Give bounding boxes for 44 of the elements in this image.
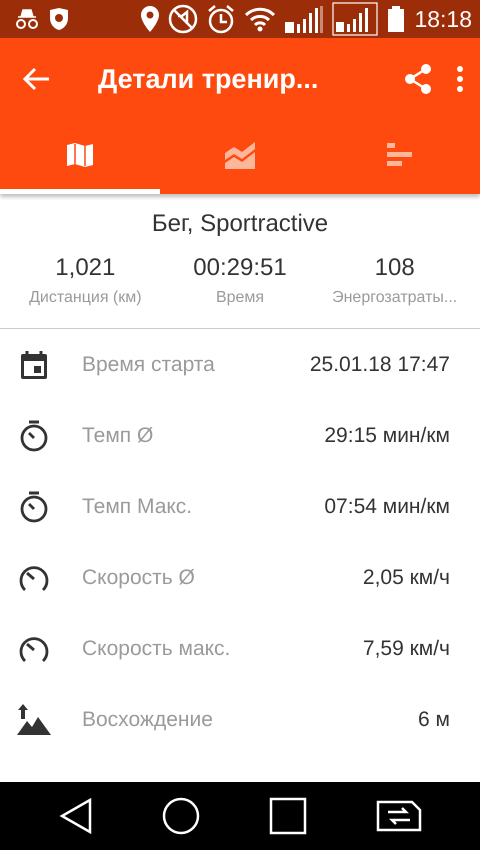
detail-label: Скорость макс. bbox=[82, 636, 232, 662]
signal-icon bbox=[332, 2, 378, 36]
shield-icon bbox=[48, 7, 70, 31]
stat-label: Энергозатраты... bbox=[331, 288, 458, 308]
stat-label: Дистанция (км) bbox=[28, 288, 143, 308]
mute-icon bbox=[168, 4, 198, 34]
detail-value: 2,05 км/ч bbox=[362, 564, 450, 591]
detail-label: Темп Ø bbox=[82, 422, 154, 449]
stopwatch-icon bbox=[19, 490, 49, 522]
map-icon bbox=[66, 142, 94, 168]
mountain-icon bbox=[17, 704, 51, 736]
detail-value: 07:54 мин/км bbox=[324, 494, 450, 520]
detail-value: 6 м bbox=[418, 706, 450, 733]
bar-chart-icon bbox=[387, 142, 413, 166]
stat-label: Время bbox=[214, 288, 266, 308]
detail-label: Скорость Ø bbox=[82, 564, 196, 591]
detail-label: Темп Макс. bbox=[82, 494, 194, 520]
calendar-icon bbox=[19, 350, 49, 380]
detail-value: 25.01.18 17:47 bbox=[310, 352, 450, 378]
activity-title: Бег, Sportractive bbox=[150, 209, 330, 239]
detail-value: 29:15 мин/км bbox=[324, 422, 450, 449]
recent-apps-button[interactable] bbox=[268, 797, 306, 835]
clock-time: 18:18 bbox=[414, 4, 472, 34]
stat-value: 108 bbox=[374, 253, 416, 283]
more-options-button[interactable] bbox=[456, 66, 464, 92]
alarm-icon bbox=[206, 4, 236, 34]
detail-value: 7,59 км/ч bbox=[362, 636, 450, 662]
back-button[interactable] bbox=[22, 66, 50, 92]
signal-icon bbox=[284, 4, 324, 34]
back-nav-button[interactable] bbox=[58, 798, 92, 834]
detail-label: Восхождение bbox=[82, 706, 214, 733]
stopwatch-icon bbox=[19, 420, 49, 452]
incognito-icon bbox=[14, 9, 40, 29]
detail-label: Время старта bbox=[82, 352, 216, 378]
stat-value: 1,021 bbox=[54, 253, 116, 283]
screen-title: Детали тренир... bbox=[98, 62, 320, 96]
share-button[interactable] bbox=[404, 64, 432, 94]
home-button[interactable] bbox=[162, 797, 200, 835]
stat-value: 00:29:51 bbox=[192, 253, 288, 283]
area-chart-icon bbox=[224, 140, 256, 168]
location-icon bbox=[140, 5, 160, 33]
wifi-icon bbox=[244, 6, 276, 32]
battery-icon bbox=[386, 5, 406, 33]
sim-switch-button[interactable] bbox=[376, 800, 422, 832]
